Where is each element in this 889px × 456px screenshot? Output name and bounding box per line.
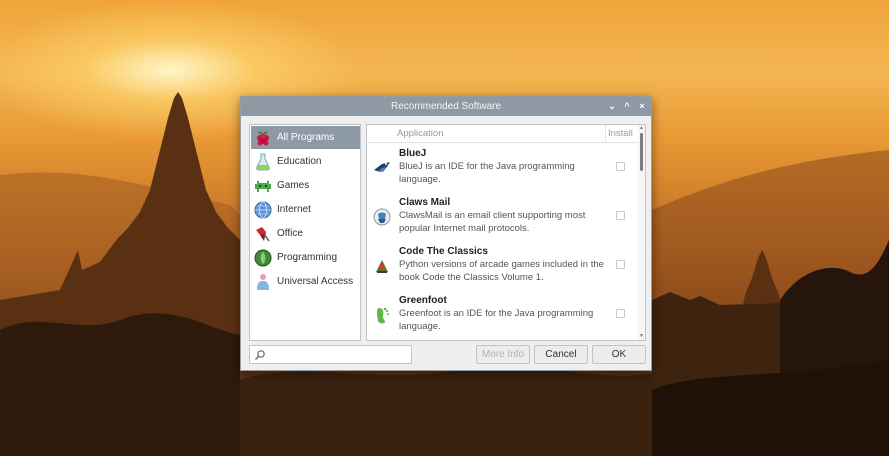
category-label: Universal Access — [277, 276, 354, 287]
app-name: BlueJ — [399, 148, 427, 159]
category-label: Education — [277, 156, 322, 167]
category-programming[interactable]: Programming — [251, 246, 360, 269]
scrollbar-thumb[interactable] — [640, 133, 643, 171]
games-icon — [255, 181, 271, 192]
app-description: Python versions of arcade games included… — [399, 259, 604, 283]
programming-icon — [254, 249, 272, 267]
close-button[interactable]: × — [635, 99, 649, 114]
category-games[interactable]: Games — [251, 174, 360, 197]
category-all-programs[interactable]: All Programs — [251, 126, 360, 149]
category-education[interactable]: Education — [251, 150, 360, 173]
install-checkbox-code-the-classics[interactable] — [616, 260, 625, 269]
internet-icon — [254, 201, 272, 219]
install-checkbox-greenfoot[interactable] — [616, 309, 625, 318]
list-item-bluej[interactable]: BlueJ BlueJ is an IDE for the Java progr… — [367, 145, 637, 194]
category-label: Internet — [277, 204, 311, 215]
list-header: Application Install — [367, 125, 645, 143]
ok-button[interactable]: OK — [592, 345, 646, 364]
scroll-up-arrow-icon[interactable]: ▲ — [638, 125, 645, 132]
minimize-button[interactable]: ⌄ — [605, 99, 619, 114]
category-label: Games — [277, 180, 310, 191]
code-the-classics-icon — [376, 260, 388, 273]
category-universal-access[interactable]: Universal Access — [251, 270, 360, 293]
recommended-software-dialog: Recommended Software ⌄ ^ × All Programs … — [240, 96, 652, 371]
install-checkbox-claws-mail[interactable] — [616, 211, 625, 220]
office-icon — [256, 227, 270, 242]
app-description: BlueJ is an IDE for the Java programming… — [399, 161, 575, 185]
education-icon — [256, 153, 270, 171]
app-description: Greenfoot is an IDE for the Java program… — [399, 308, 594, 332]
application-list: Application Install BlueJ BlueJ is an ID… — [366, 124, 646, 341]
category-label: All Programs — [277, 132, 335, 143]
list-scrollbar[interactable]: ▲ ▼ — [638, 125, 645, 340]
app-name: Greenfoot — [399, 295, 447, 306]
install-checkbox-bluej[interactable] — [616, 162, 625, 171]
app-name: Claws Mail — [399, 197, 451, 208]
category-office[interactable]: Office — [251, 222, 360, 245]
search-box[interactable] — [249, 345, 412, 364]
greenfoot-icon — [377, 307, 389, 324]
category-label: Programming — [277, 252, 338, 263]
column-header-application[interactable]: Application — [397, 125, 443, 143]
list-item-code-the-classics[interactable]: Code The Classics Python versions of arc… — [367, 243, 637, 292]
category-sidebar: All Programs Education Games Internet Of… — [249, 124, 361, 341]
universal-access-icon — [257, 274, 269, 290]
column-header-install[interactable]: Install — [605, 125, 633, 143]
search-icon — [255, 350, 265, 360]
list-item-greenfoot[interactable]: Greenfoot Greenfoot is an IDE for the Ja… — [367, 292, 637, 340]
category-label: Office — [277, 228, 303, 239]
raspberry-icon — [257, 131, 269, 146]
cancel-button[interactable]: Cancel — [534, 345, 588, 364]
app-name: Code The Classics — [399, 246, 488, 257]
bluej-icon — [374, 162, 390, 172]
list-item-claws-mail[interactable]: Claws Mail ClawsMail is an email client … — [367, 194, 637, 243]
claws-mail-icon — [373, 208, 391, 226]
scroll-down-arrow-icon[interactable]: ▼ — [638, 333, 645, 340]
maximize-button[interactable]: ^ — [620, 99, 634, 114]
more-info-button[interactable]: More Info — [476, 345, 530, 364]
search-input[interactable] — [268, 347, 408, 362]
category-internet[interactable]: Internet — [251, 198, 360, 221]
title-bar[interactable]: Recommended Software ⌄ ^ × — [241, 97, 651, 116]
window-title: Recommended Software — [390, 101, 502, 112]
app-description: ClawsMail is an email client supporting … — [399, 210, 586, 234]
